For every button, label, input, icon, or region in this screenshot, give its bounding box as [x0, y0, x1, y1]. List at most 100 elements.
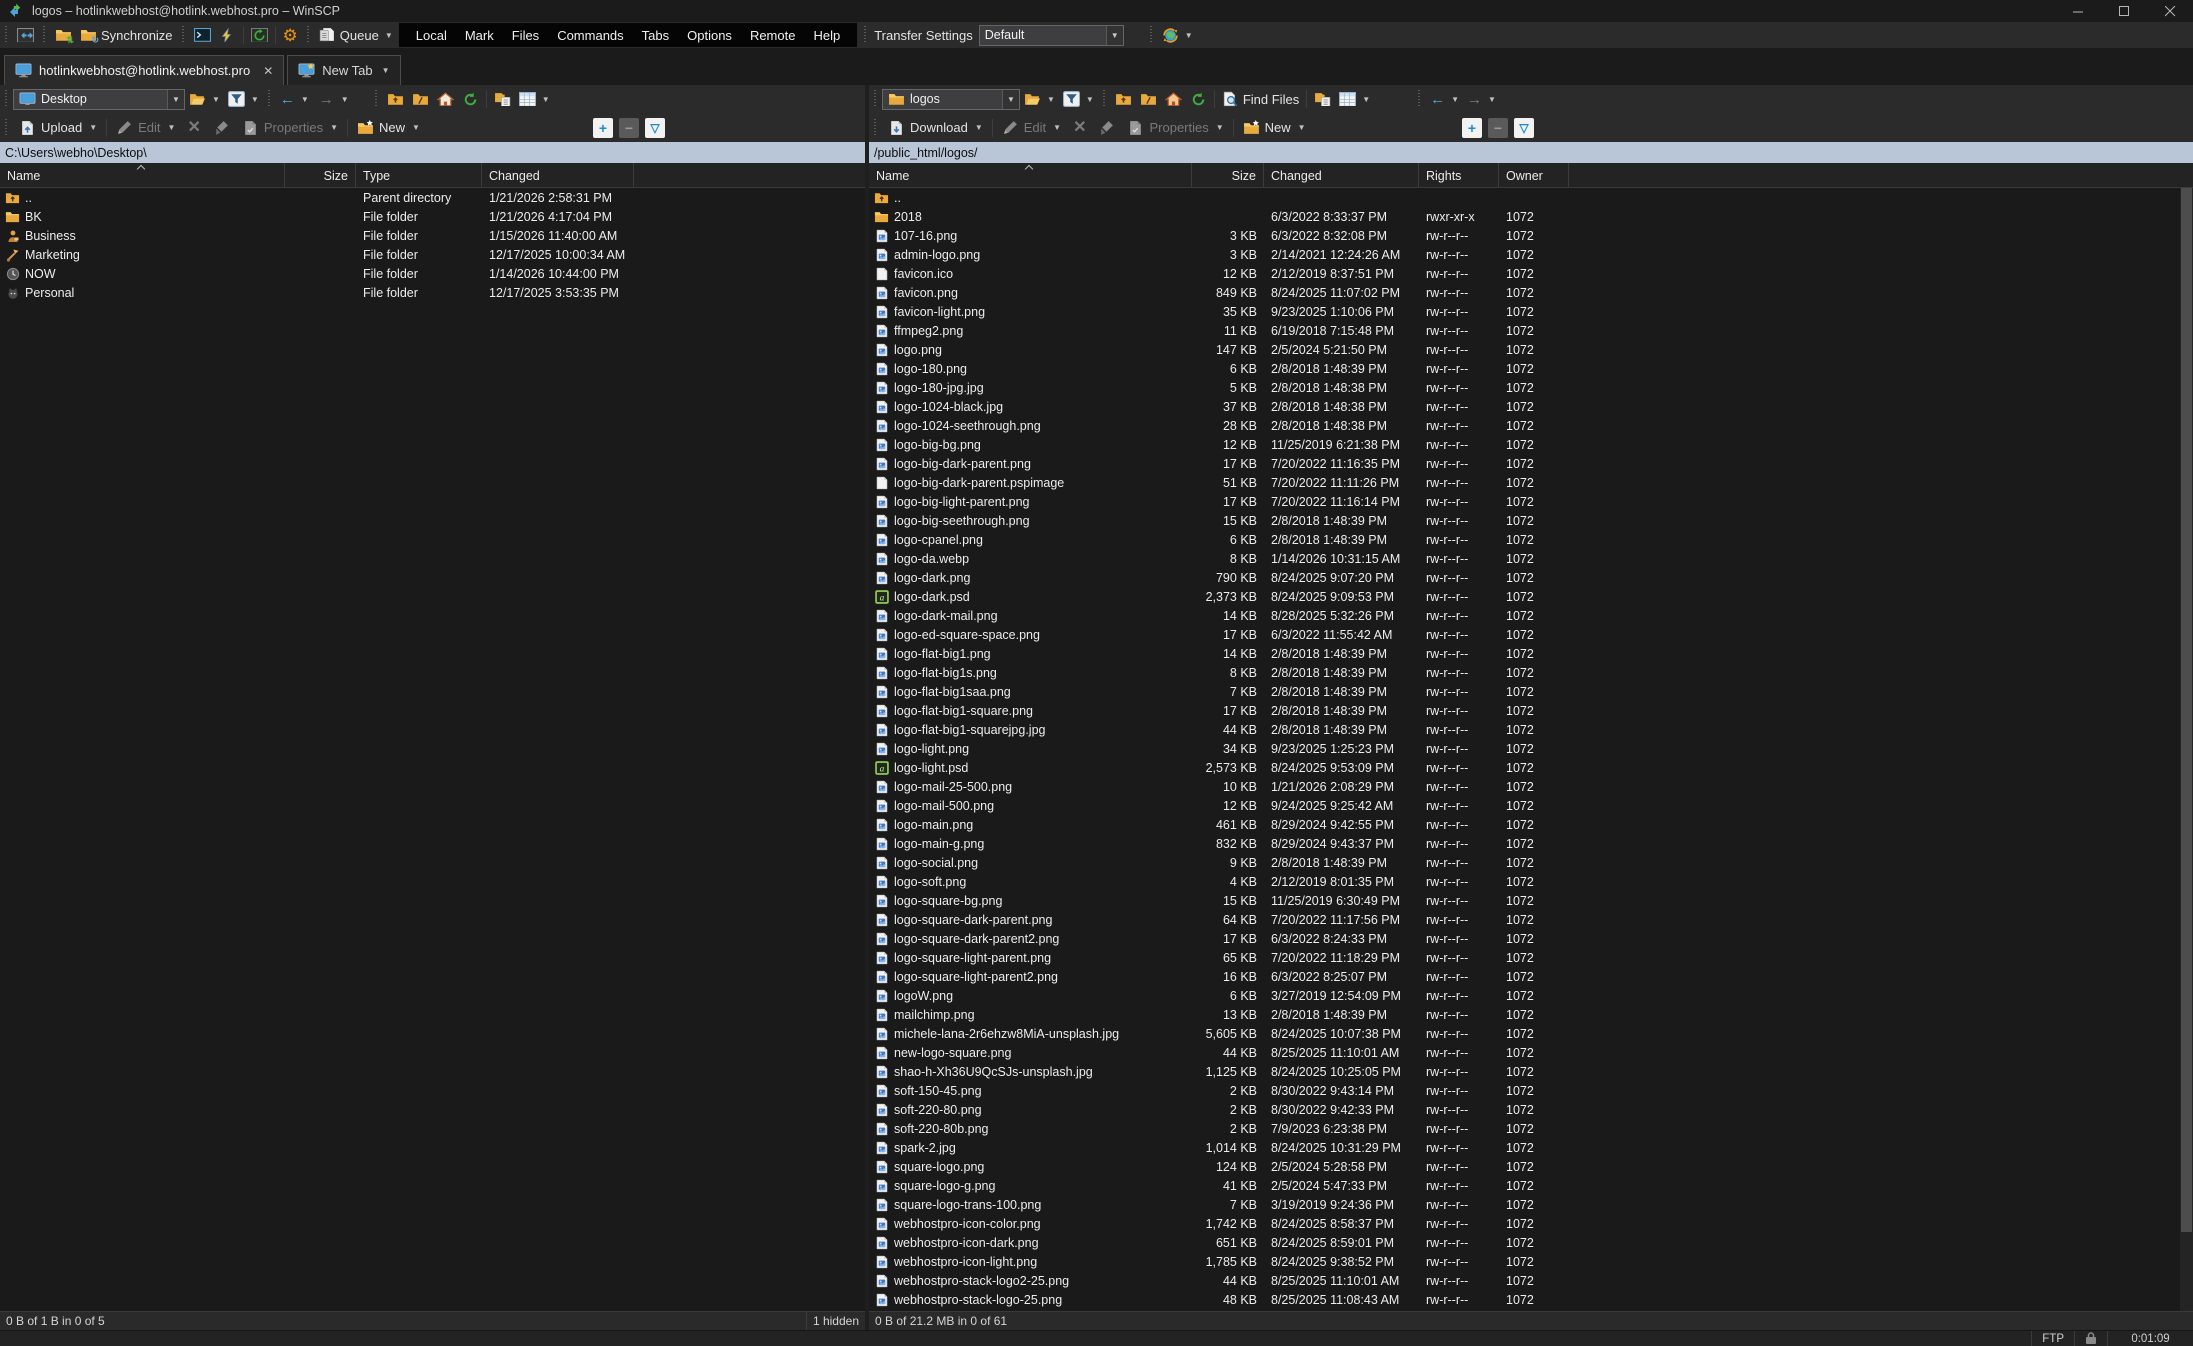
- column-header-name[interactable]: Name: [869, 163, 1192, 187]
- file-row[interactable]: webhostpro-icon-dark.png 651 KB 8/24/202…: [869, 1233, 2193, 1252]
- new-tab-button[interactable]: New Tab ▼: [287, 55, 400, 85]
- remote-parent-directory-button[interactable]: [1111, 87, 1136, 111]
- local-filter-button[interactable]: ▼: [224, 87, 263, 111]
- column-header-size[interactable]: Size: [285, 163, 356, 187]
- file-row[interactable]: Business File folder 1/15/2026 11:40:00 …: [0, 226, 865, 245]
- edit-button[interactable]: Edit▼: [110, 115, 181, 140]
- file-row[interactable]: favicon.ico 12 KB 2/12/2019 8:37:51 PM r…: [869, 264, 2193, 283]
- local-path-bar[interactable]: C:\Users\webho\Desktop\: [0, 142, 865, 163]
- commander-layout-button[interactable]: [13, 23, 38, 47]
- file-row[interactable]: BK File folder 1/21/2026 4:17:04 PM: [0, 207, 865, 226]
- download-button[interactable]: Download▼: [882, 115, 989, 140]
- toolbar-grip[interactable]: [3, 26, 10, 44]
- menu-item-local[interactable]: Local: [407, 28, 456, 43]
- file-row[interactable]: logo-flat-big1-square.png 17 KB 2/8/2018…: [869, 701, 2193, 720]
- file-row[interactable]: 107-16.png 3 KB 6/3/2022 8:32:08 PM rw-r…: [869, 226, 2193, 245]
- sync-browsing-button[interactable]: ▼: [1158, 23, 1197, 47]
- rename-button[interactable]: [1092, 115, 1121, 140]
- file-row[interactable]: logo-flat-big1-squarejpg.jpg 44 KB 2/8/2…: [869, 720, 2193, 739]
- menu-item-help[interactable]: Help: [804, 28, 849, 43]
- remote-filter-button[interactable]: ▼: [1059, 87, 1098, 111]
- menu-item-files[interactable]: Files: [503, 28, 548, 43]
- file-row[interactable]: soft-220-80b.png 2 KB 7/9/2023 6:23:38 P…: [869, 1119, 2193, 1138]
- file-row[interactable]: favicon.png 849 KB 8/24/2025 11:07:02 PM…: [869, 283, 2193, 302]
- file-row[interactable]: logo-main.png 461 KB 8/29/2024 9:42:55 P…: [869, 815, 2193, 834]
- menu-item-mark[interactable]: Mark: [456, 28, 503, 43]
- file-row[interactable]: logo-big-dark-parent.pspimage 51 KB 7/20…: [869, 473, 2193, 492]
- file-row[interactable]: mailchimp.png 13 KB 2/8/2018 1:48:39 PM …: [869, 1005, 2193, 1024]
- synchronize-button[interactable]: ↻ Synchronize: [76, 23, 177, 47]
- file-row[interactable]: shao-h-Xh36U9QcSJs-unsplash.jpg 1,125 KB…: [869, 1062, 2193, 1081]
- file-row[interactable]: alogo-light.psd 2,573 KB 8/24/2025 9:53:…: [869, 758, 2193, 777]
- file-row[interactable]: ..: [869, 188, 2193, 207]
- unselect-files-button[interactable]: −: [1488, 118, 1508, 138]
- upload-button[interactable]: Upload▼: [13, 115, 103, 140]
- file-row[interactable]: logo-big-light-parent.png 17 KB 7/20/202…: [869, 492, 2193, 511]
- encryption-indicator[interactable]: [2074, 1331, 2107, 1346]
- file-row[interactable]: logo-180-jpg.jpg 5 KB 2/8/2018 1:48:38 P…: [869, 378, 2193, 397]
- remote-open-directory-button[interactable]: ▼: [1020, 87, 1059, 111]
- local-hidden-count[interactable]: 1 hidden: [806, 1312, 865, 1330]
- local-root-directory-button[interactable]: [408, 87, 433, 111]
- file-row[interactable]: Personal File folder 12/17/2025 3:53:35 …: [0, 283, 865, 302]
- file-row[interactable]: soft-220-80.png 2 KB 8/30/2022 9:42:33 P…: [869, 1100, 2193, 1119]
- file-row[interactable]: logo-square-light-parent.png 65 KB 7/20/…: [869, 948, 2193, 967]
- file-row[interactable]: logo-square-dark-parent.png 64 KB 7/20/2…: [869, 910, 2193, 929]
- local-back-button[interactable]: ←▼: [276, 87, 313, 111]
- upload-sync-button[interactable]: ⇅: [51, 23, 76, 47]
- remote-back-button[interactable]: ←▼: [1426, 87, 1463, 111]
- file-row[interactable]: webhostpro-icon-color.png 1,742 KB 8/24/…: [869, 1214, 2193, 1233]
- find-files-button[interactable]: Find Files: [1218, 87, 1303, 111]
- file-row[interactable]: logo-social.png 9 KB 2/8/2018 1:48:39 PM…: [869, 853, 2193, 872]
- file-row[interactable]: logoW.png 6 KB 3/27/2019 12:54:09 PM rw-…: [869, 986, 2193, 1005]
- file-row[interactable]: logo-1024-seethrough.png 28 KB 2/8/2018 …: [869, 416, 2193, 435]
- file-row[interactable]: logo-mail-500.png 12 KB 9/24/2025 9:25:4…: [869, 796, 2193, 815]
- file-row[interactable]: logo-ed-square-space.png 17 KB 6/3/2022 …: [869, 625, 2193, 644]
- file-row[interactable]: logo-big-seethrough.png 15 KB 2/8/2018 1…: [869, 511, 2193, 530]
- remote-home-directory-button[interactable]: [1161, 87, 1186, 111]
- file-row[interactable]: admin-logo.png 3 KB 2/14/2021 12:24:26 A…: [869, 245, 2193, 264]
- remote-view-style-button[interactable]: ▼: [1335, 87, 1374, 111]
- file-row[interactable]: logo-flat-big1.png 14 KB 2/8/2018 1:48:3…: [869, 644, 2193, 663]
- file-row[interactable]: logo-main-g.png 832 KB 8/29/2024 9:43:37…: [869, 834, 2193, 853]
- properties-button[interactable]: Properties▼: [236, 115, 344, 140]
- delete-button[interactable]: ✕: [1067, 115, 1092, 140]
- column-header-owner[interactable]: Owner: [1499, 163, 1569, 187]
- file-row[interactable]: NOW File folder 1/14/2026 10:44:00 PM: [0, 264, 865, 283]
- selection-filter-icon[interactable]: ▽: [1514, 118, 1534, 138]
- file-row[interactable]: logo-1024-black.jpg 37 KB 2/8/2018 1:48:…: [869, 397, 2193, 416]
- file-row[interactable]: Marketing File folder 12/17/2025 10:00:3…: [0, 245, 865, 264]
- file-row[interactable]: michele-lana-2r6ehzw8MiA-unsplash.jpg 5,…: [869, 1024, 2193, 1043]
- protocol-indicator[interactable]: FTP: [2031, 1331, 2074, 1346]
- properties-button[interactable]: Properties▼: [1121, 115, 1229, 140]
- file-row[interactable]: square-logo.png 124 KB 2/5/2024 5:28:58 …: [869, 1157, 2193, 1176]
- remote-forward-button[interactable]: →▼: [1463, 87, 1500, 111]
- column-header-changed[interactable]: Changed: [482, 163, 634, 187]
- file-row[interactable]: logo-big-bg.png 12 KB 11/25/2019 6:21:38…: [869, 435, 2193, 454]
- transfer-settings-dropdown[interactable]: Default ▼: [979, 25, 1124, 46]
- file-row[interactable]: ffmpeg2.png 11 KB 6/19/2018 7:15:48 PM r…: [869, 321, 2193, 340]
- minimize-button[interactable]: [2055, 0, 2101, 22]
- local-home-directory-button[interactable]: [433, 87, 458, 111]
- local-open-directory-button[interactable]: ▼: [185, 87, 224, 111]
- select-files-button[interactable]: +: [1462, 118, 1482, 138]
- menu-item-tabs[interactable]: Tabs: [633, 28, 678, 43]
- file-row[interactable]: square-logo-trans-100.png 7 KB 3/19/2019…: [869, 1195, 2193, 1214]
- new-button[interactable]: New▼: [1237, 115, 1312, 140]
- preferences-button[interactable]: ⚙: [279, 23, 302, 47]
- local-location-dropdown[interactable]: Desktop ▼: [13, 89, 185, 110]
- column-header-type[interactable]: Type: [356, 163, 482, 187]
- file-row[interactable]: webhostpro-stack-logo2-25.png 44 KB 8/25…: [869, 1271, 2193, 1290]
- file-row[interactable]: logo-soft.png 4 KB 2/12/2019 8:01:35 PM …: [869, 872, 2193, 891]
- column-header-changed[interactable]: Changed: [1264, 163, 1419, 187]
- column-header-rights[interactable]: Rights: [1419, 163, 1499, 187]
- local-refresh-button[interactable]: [458, 87, 483, 111]
- session-tab-active[interactable]: hotlinkwebhost@hotlink.webhost.pro ✕: [4, 55, 284, 85]
- local-forward-button[interactable]: →▼: [313, 87, 355, 112]
- toolbar-grip[interactable]: [872, 90, 879, 108]
- file-row[interactable]: .. Parent directory 1/21/2026 2:58:31 PM: [0, 188, 865, 207]
- toolbar-grip[interactable]: [3, 90, 10, 108]
- file-row[interactable]: spark-2.jpg 1,014 KB 8/24/2025 10:31:29 …: [869, 1138, 2193, 1157]
- file-row[interactable]: favicon-light.png 35 KB 9/23/2025 1:10:0…: [869, 302, 2193, 321]
- edit-button[interactable]: Edit▼: [996, 115, 1067, 140]
